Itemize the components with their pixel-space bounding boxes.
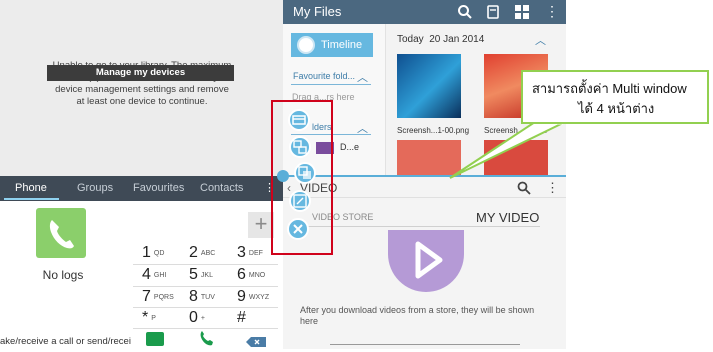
- video-empty-message: After you download videos from a store, …: [300, 305, 535, 326]
- call-button[interactable]: [198, 329, 216, 347]
- active-tab-indicator: [4, 198, 59, 200]
- clock-icon: [297, 36, 315, 54]
- grid-view-icon[interactable]: [515, 5, 529, 19]
- dial-key-5[interactable]: 5 JKL: [189, 266, 233, 286]
- search-icon[interactable]: [457, 4, 473, 20]
- manage-devices-toast[interactable]: Manage my devices: [47, 65, 234, 81]
- backspace-icon[interactable]: [246, 334, 266, 347]
- dial-key-2[interactable]: 2 ABC: [189, 244, 233, 264]
- files-title: My Files: [293, 4, 342, 19]
- callout-text-line1: สามารถตั้งค่า Multi window: [532, 81, 687, 96]
- more-options-icon[interactable]: ⋮: [545, 3, 559, 20]
- drag-content-icon[interactable]: [294, 162, 316, 184]
- favourite-folders-heading[interactable]: Favourite fold...: [293, 71, 355, 81]
- tab-divider: [300, 226, 540, 227]
- keypad-divider: [133, 307, 278, 308]
- today-heading: Today 20 Jan 2014: [397, 34, 485, 45]
- callout-text-line2: ได้ 4 หน้าต่าง: [578, 101, 655, 116]
- dial-key-9[interactable]: 9 WXYZ: [237, 288, 281, 308]
- dial-key-0[interactable]: 0 +: [189, 309, 233, 329]
- dial-key-hash[interactable]: #: [237, 309, 281, 329]
- tab-contacts[interactable]: Contacts: [200, 176, 243, 201]
- search-icon[interactable]: [517, 181, 531, 195]
- more-options-icon[interactable]: ⋮: [546, 180, 559, 196]
- window-switch-icon[interactable]: [288, 109, 310, 131]
- dial-key-6[interactable]: 6 MNO: [237, 266, 281, 286]
- tab-my-video[interactable]: MY VIDEO: [476, 210, 539, 225]
- storage-icon[interactable]: [487, 5, 499, 19]
- video-bottom-divider: [330, 344, 520, 345]
- phone-hint-text: ake/receive a call or send/recei: [0, 336, 131, 347]
- keypad-divider: [133, 286, 278, 287]
- dial-key-7[interactable]: 7 PQRS: [142, 288, 186, 308]
- phone-logs-icon: [36, 208, 86, 258]
- contacts-shortcut-icon[interactable]: [146, 332, 164, 346]
- swap-windows-icon[interactable]: [289, 136, 311, 158]
- phone-tab-bar: Phone Groups Favourites Contacts ⋮: [0, 176, 283, 201]
- close-icon[interactable]: [287, 218, 309, 240]
- keypad-divider: [133, 264, 278, 265]
- tab-groups[interactable]: Groups: [77, 176, 113, 201]
- section-divider: [291, 84, 371, 85]
- maximize-icon[interactable]: [289, 190, 311, 212]
- dial-key-1[interactable]: 1 QD: [142, 244, 186, 264]
- dial-key-8[interactable]: 8 TUV: [189, 288, 233, 308]
- folder-item[interactable]: D...e: [340, 142, 359, 152]
- chevron-up-icon[interactable]: ︿: [357, 69, 368, 85]
- chevron-up-icon[interactable]: ︿: [535, 32, 546, 48]
- screen-margin: [566, 176, 713, 349]
- screenshot-thumbnail[interactable]: [397, 54, 461, 118]
- dial-key-4[interactable]: 4 GHI: [142, 266, 186, 286]
- video-play-icon: [388, 230, 464, 292]
- dial-key-star[interactable]: * P: [142, 309, 186, 329]
- no-logs-label: No logs: [42, 268, 84, 282]
- tab-favourites[interactable]: Favourites: [133, 176, 184, 201]
